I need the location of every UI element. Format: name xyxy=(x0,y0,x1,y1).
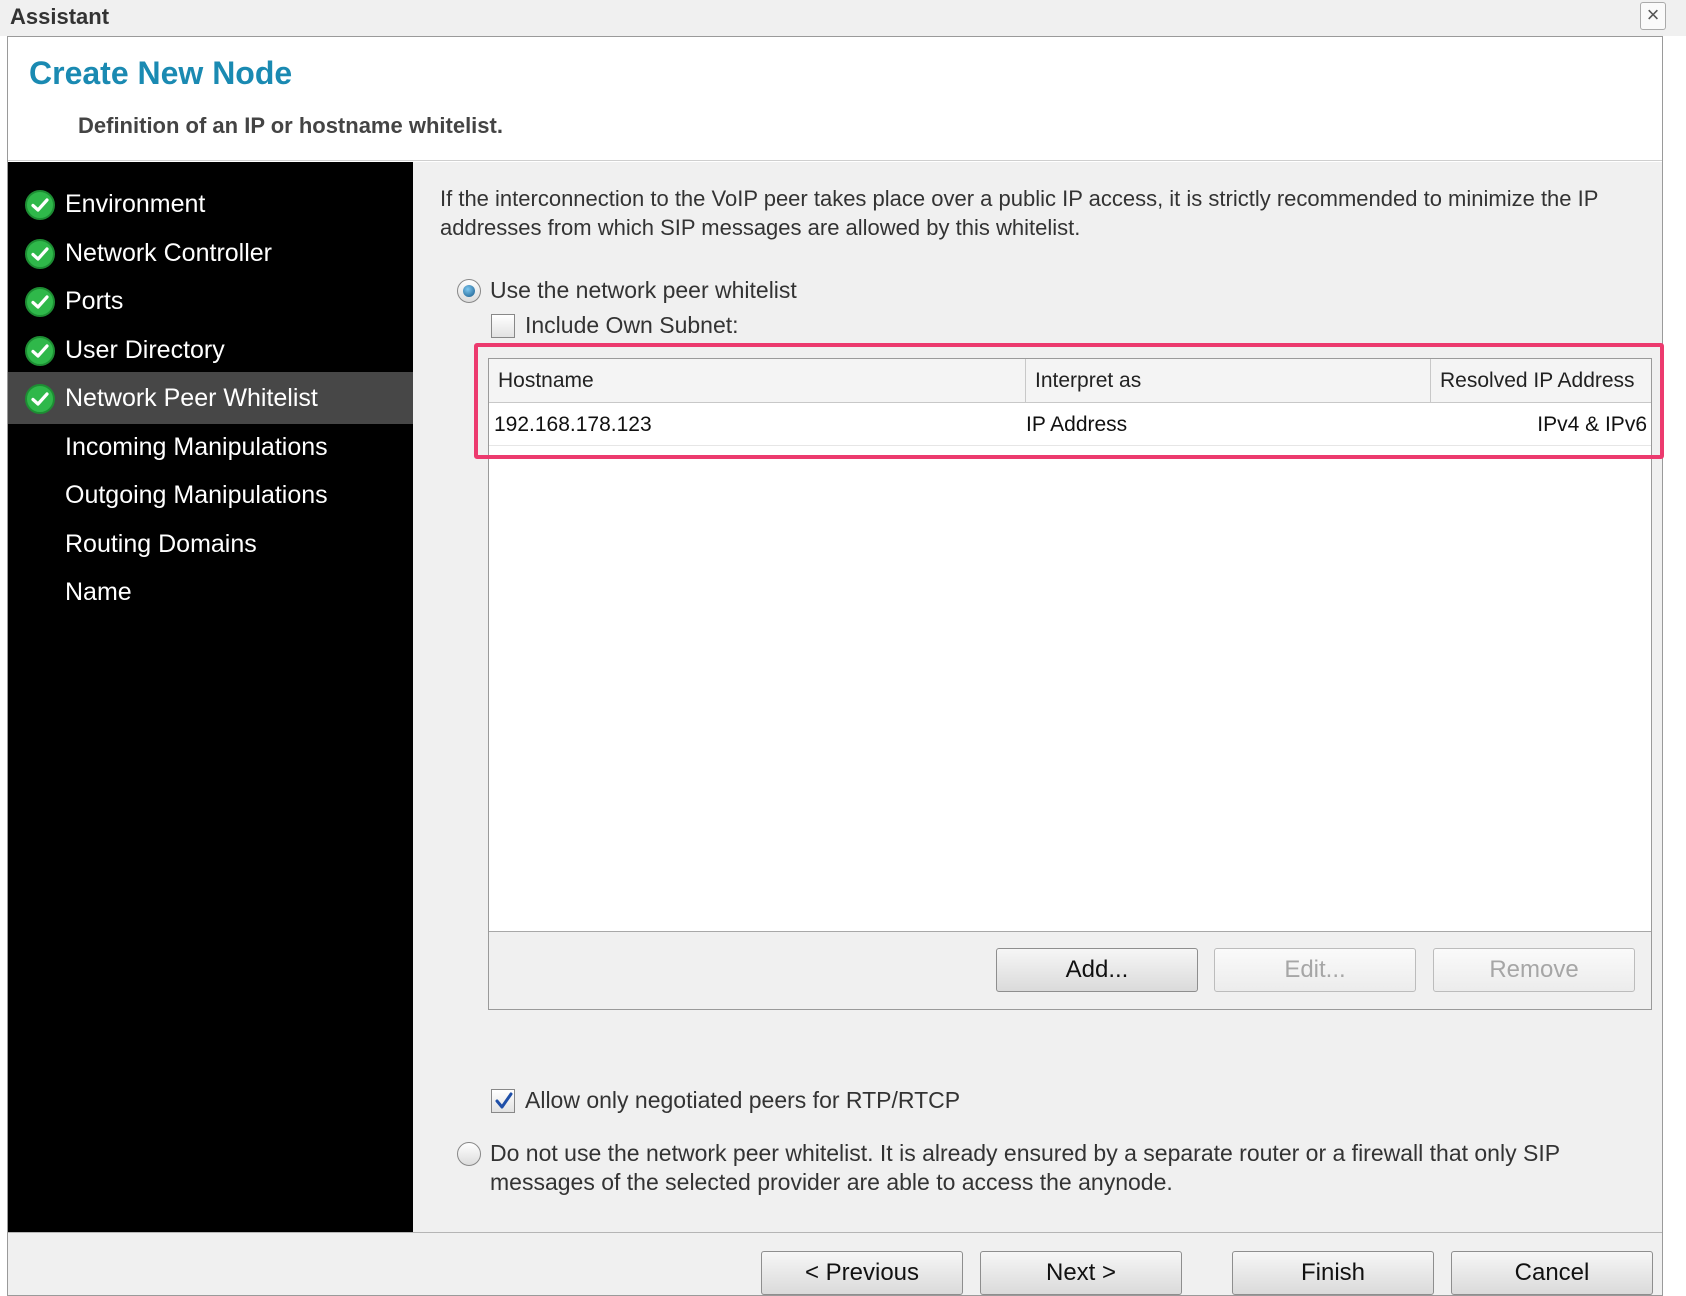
sidebar-item-name[interactable]: Name xyxy=(8,566,413,618)
edit-button[interactable]: Edit... xyxy=(1214,948,1416,992)
previous-button[interactable]: < Previous xyxy=(761,1251,963,1295)
wizard-header: Create New Node Definition of an IP or h… xyxy=(8,37,1662,161)
skip-whitelist-label-line2: messages of the selected provider are ab… xyxy=(490,1169,1173,1195)
include-own-subnet-label: Include Own Subnet: xyxy=(525,312,739,338)
sidebar-item-ports[interactable]: Ports xyxy=(8,275,413,327)
page-title: Create New Node xyxy=(29,55,293,91)
table-button-bar: Add... Edit... Remove xyxy=(489,931,1651,1009)
sidebar-item-user-directory[interactable]: User Directory xyxy=(8,324,413,376)
remove-button[interactable]: Remove xyxy=(1433,948,1635,992)
page-subtitle: Definition of an IP or hostname whitelis… xyxy=(78,113,503,138)
sidebar-item-routing-domains[interactable]: Routing Domains xyxy=(8,518,413,570)
sidebar-item-incoming-manipulations[interactable]: Incoming Manipulations xyxy=(8,421,413,473)
allow-negotiated-peers-checkbox[interactable] xyxy=(491,1089,515,1113)
check-icon xyxy=(25,384,55,414)
cancel-button[interactable]: Cancel xyxy=(1451,1251,1653,1295)
sidebar-item-label: User Directory xyxy=(65,336,225,364)
sidebar-item-environment[interactable]: Environment xyxy=(8,178,413,230)
sidebar-item-label: Outgoing Manipulations xyxy=(65,481,328,509)
sidebar-item-outgoing-manipulations[interactable]: Outgoing Manipulations xyxy=(8,469,413,521)
sidebar-item-network-peer-whitelist[interactable]: Network Peer Whitelist xyxy=(8,372,413,424)
sidebar-item-label: Environment xyxy=(65,190,206,218)
assistant-window: Create New Node Definition of an IP or h… xyxy=(7,36,1663,1296)
main-panel: If the interconnection to the VoIP peer … xyxy=(413,162,1662,1232)
next-button[interactable]: Next > xyxy=(980,1251,1182,1295)
finish-button[interactable]: Finish xyxy=(1232,1251,1434,1295)
add-button[interactable]: Add... xyxy=(996,948,1198,992)
sidebar-item-label: Network Controller xyxy=(65,239,273,267)
allow-negotiated-peers-label: Allow only negotiated peers for RTP/RTCP xyxy=(525,1087,961,1113)
close-button[interactable]: × xyxy=(1640,2,1666,30)
highlight-box xyxy=(474,343,1664,459)
include-own-subnet-checkbox[interactable] xyxy=(491,314,515,338)
sidebar-item-label: Name xyxy=(65,578,132,606)
wizard-footer: < Previous Next > Finish Cancel xyxy=(8,1232,1662,1295)
skip-whitelist-label-line1: Do not use the network peer whitelist. I… xyxy=(490,1140,1561,1166)
close-icon: × xyxy=(1646,2,1660,27)
sidebar-item-label: Routing Domains xyxy=(65,530,257,558)
title-bar: Assistant × xyxy=(0,0,1686,36)
check-icon xyxy=(25,239,55,269)
check-icon xyxy=(25,190,55,220)
intro-text: If the interconnection to the VoIP peer … xyxy=(440,186,1599,240)
check-icon xyxy=(25,287,55,317)
check-icon xyxy=(25,336,55,366)
use-whitelist-radio[interactable] xyxy=(457,279,481,303)
checkmark-icon xyxy=(495,1092,513,1109)
sidebar-item-label: Ports xyxy=(65,287,124,315)
sidebar-item-network-controller[interactable]: Network Controller xyxy=(8,227,413,279)
sidebar-item-label: Network Peer Whitelist xyxy=(65,384,318,412)
use-whitelist-label: Use the network peer whitelist xyxy=(490,277,797,303)
skip-whitelist-radio[interactable] xyxy=(457,1142,481,1166)
wizard-steps-sidebar: Environment Network Controller Ports Use… xyxy=(8,162,413,1232)
sidebar-item-label: Incoming Manipulations xyxy=(65,433,328,461)
window-title: Assistant xyxy=(10,4,110,29)
